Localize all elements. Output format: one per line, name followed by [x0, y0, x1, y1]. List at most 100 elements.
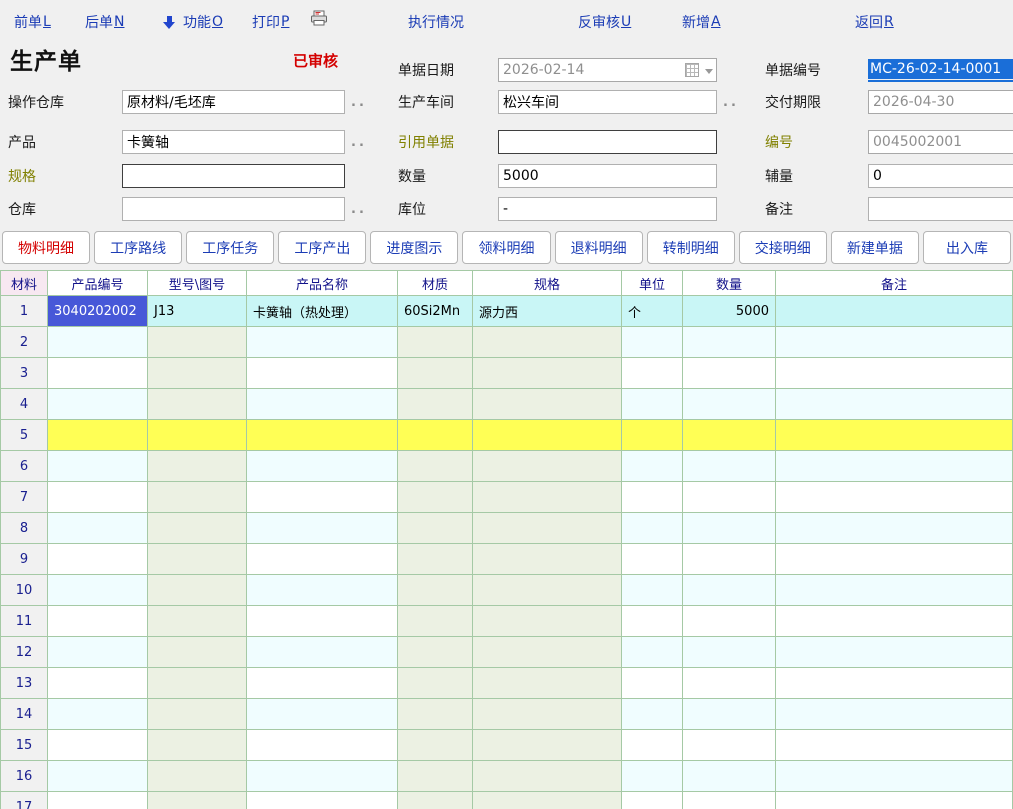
- grid-cell[interactable]: [683, 482, 776, 513]
- toolbar-item-back[interactable]: 返回R: [855, 12, 894, 32]
- grid-cell[interactable]: [247, 730, 398, 761]
- grid-cell[interactable]: [776, 420, 1013, 451]
- grid-cell[interactable]: [473, 730, 622, 761]
- grid-cell[interactable]: 个: [622, 296, 683, 327]
- remark-input[interactable]: [868, 197, 1013, 221]
- grid-cell[interactable]: [247, 513, 398, 544]
- grid-cell[interactable]: [473, 761, 622, 792]
- grid-cell[interactable]: [622, 637, 683, 668]
- doc-date-input[interactable]: 2026-02-14: [498, 58, 717, 82]
- grid-cell[interactable]: [473, 451, 622, 482]
- grid-cell[interactable]: [148, 699, 247, 730]
- grid-cell[interactable]: [683, 668, 776, 699]
- grid-cell[interactable]: [683, 358, 776, 389]
- grid-cell[interactable]: [776, 575, 1013, 606]
- grid-cell[interactable]: [622, 668, 683, 699]
- grid-cell[interactable]: [398, 420, 473, 451]
- dropdown-arrow-icon[interactable]: [705, 69, 713, 74]
- grid-col-header[interactable]: 产品编号: [48, 270, 148, 296]
- grid-col-header[interactable]: 材料: [0, 270, 48, 296]
- grid-cell[interactable]: [683, 544, 776, 575]
- grid-cell[interactable]: [398, 575, 473, 606]
- grid-cell[interactable]: [473, 544, 622, 575]
- grid-cell[interactable]: [683, 699, 776, 730]
- grid-cell[interactable]: [398, 451, 473, 482]
- grid-cell[interactable]: [398, 699, 473, 730]
- toolbar-item-unaudit[interactable]: 反审核U: [578, 12, 631, 32]
- grid-cell[interactable]: [148, 668, 247, 699]
- grid-cell[interactable]: [247, 575, 398, 606]
- tab-工序任务[interactable]: 工序任务: [186, 231, 274, 264]
- grid-cell[interactable]: [776, 761, 1013, 792]
- warehouse-browse-button[interactable]: ..: [351, 202, 367, 217]
- grid-cell[interactable]: [247, 358, 398, 389]
- tab-进度图示[interactable]: 进度图示: [370, 231, 458, 264]
- grid-cell[interactable]: [247, 420, 398, 451]
- grid-cell[interactable]: [148, 761, 247, 792]
- row-number[interactable]: 13: [0, 668, 48, 699]
- grid-cell[interactable]: [622, 513, 683, 544]
- grid-cell[interactable]: [148, 606, 247, 637]
- aux-qty-input[interactable]: 0: [868, 164, 1013, 188]
- grid-cell[interactable]: [48, 544, 148, 575]
- grid-cell[interactable]: [776, 730, 1013, 761]
- tab-出入库[interactable]: 出入库: [923, 231, 1011, 264]
- grid-cell[interactable]: [148, 575, 247, 606]
- grid-cell[interactable]: [148, 420, 247, 451]
- grid-cell[interactable]: [473, 327, 622, 358]
- op-warehouse-input[interactable]: 原材料/毛坯库: [122, 90, 345, 114]
- grid-cell[interactable]: [247, 668, 398, 699]
- grid-col-header[interactable]: 数量: [683, 270, 776, 296]
- tab-工序产出[interactable]: 工序产出: [278, 231, 366, 264]
- ref-doc-input[interactable]: [498, 130, 717, 154]
- grid-cell[interactable]: [473, 482, 622, 513]
- grid-cell[interactable]: [776, 606, 1013, 637]
- row-number[interactable]: 16: [0, 761, 48, 792]
- grid-cell[interactable]: [683, 606, 776, 637]
- grid-cell[interactable]: [473, 637, 622, 668]
- grid-cell[interactable]: [48, 668, 148, 699]
- tab-转制明细[interactable]: 转制明细: [647, 231, 735, 264]
- grid-col-header[interactable]: 单位: [622, 270, 683, 296]
- grid-cell[interactable]: [622, 575, 683, 606]
- grid-col-header[interactable]: 产品名称: [247, 270, 398, 296]
- grid-cell[interactable]: [48, 699, 148, 730]
- grid-cell[interactable]: J13: [148, 296, 247, 327]
- grid-cell[interactable]: [398, 358, 473, 389]
- code-input[interactable]: 0045002001: [868, 130, 1013, 154]
- grid-cell[interactable]: [473, 606, 622, 637]
- toolbar-item-next[interactable]: 后单N: [85, 12, 124, 32]
- tab-工序路线[interactable]: 工序路线: [94, 231, 182, 264]
- toolbar-item-add[interactable]: 新增A: [682, 12, 721, 32]
- grid-cell[interactable]: [148, 327, 247, 358]
- grid-cell[interactable]: 60Si2Mn: [398, 296, 473, 327]
- grid-cell[interactable]: [776, 327, 1013, 358]
- grid-cell[interactable]: [683, 451, 776, 482]
- grid-cell[interactable]: [247, 699, 398, 730]
- grid-cell[interactable]: [776, 296, 1013, 327]
- row-number[interactable]: 15: [0, 730, 48, 761]
- grid-cell[interactable]: [48, 420, 148, 451]
- grid-cell[interactable]: [247, 761, 398, 792]
- grid-cell[interactable]: [148, 637, 247, 668]
- product-browse-button[interactable]: ..: [351, 135, 367, 150]
- toolbar-item-print[interactable]: 打印P: [252, 12, 289, 32]
- grid-cell[interactable]: [473, 699, 622, 730]
- grid-cell[interactable]: [683, 761, 776, 792]
- spec-input[interactable]: [122, 164, 345, 188]
- grid-cell[interactable]: [622, 451, 683, 482]
- grid-cell[interactable]: [48, 575, 148, 606]
- row-number[interactable]: 17: [0, 792, 48, 809]
- location-input[interactable]: -: [498, 197, 717, 221]
- grid-cell[interactable]: [776, 513, 1013, 544]
- grid-cell[interactable]: [48, 637, 148, 668]
- row-number[interactable]: 6: [0, 451, 48, 482]
- grid-cell[interactable]: [247, 482, 398, 513]
- grid-cell[interactable]: [776, 544, 1013, 575]
- grid-cell[interactable]: [622, 389, 683, 420]
- grid-cell[interactable]: [247, 389, 398, 420]
- grid-cell[interactable]: [398, 637, 473, 668]
- qty-input[interactable]: 5000: [498, 164, 717, 188]
- grid-cell[interactable]: 3040202002: [48, 296, 148, 327]
- row-number[interactable]: 14: [0, 699, 48, 730]
